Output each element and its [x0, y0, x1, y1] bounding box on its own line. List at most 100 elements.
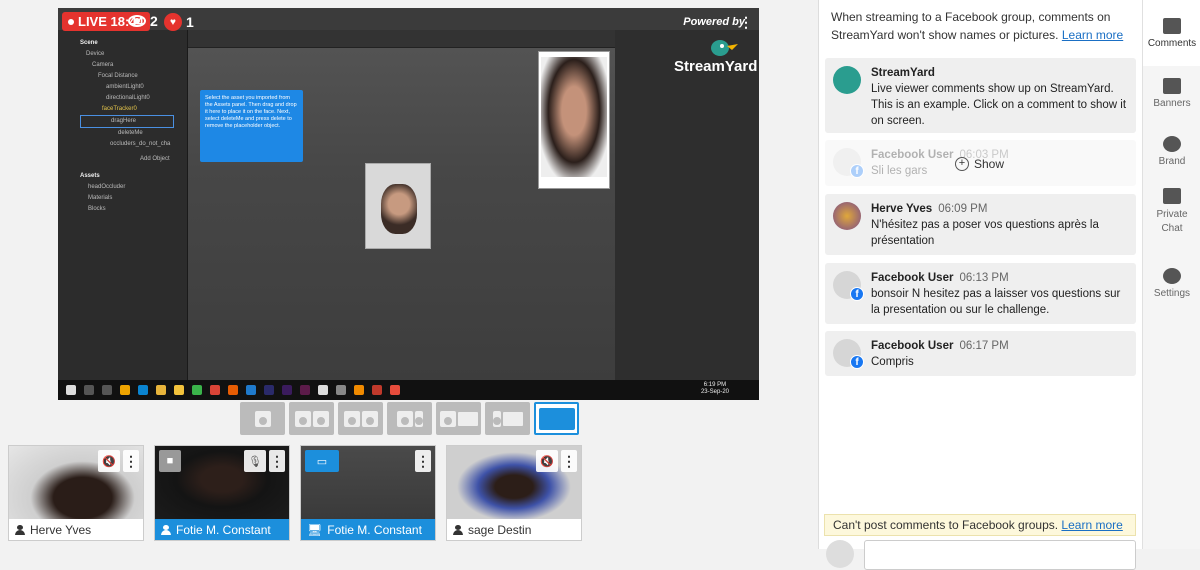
participant-card[interactable]: 🔇 ⋮ sage Destin [446, 445, 582, 541]
participant-name: 🖥 Fotie M. Constant [301, 519, 435, 540]
tab-comments[interactable]: Comments [1143, 0, 1200, 66]
eye-icon [128, 15, 146, 27]
participant-controls: ⋮ [415, 450, 431, 472]
photoshop-icon [264, 385, 274, 395]
chat-bubble-icon [1163, 188, 1181, 204]
like-count: ♥ 1 [164, 13, 194, 31]
comment-time: 06:09 PM [938, 203, 988, 215]
participant-name-text: Fotie M. Constant [327, 522, 422, 537]
person-icon [343, 410, 360, 427]
person-icon [492, 410, 501, 427]
participant-controls: 🔇 ⋮ [98, 450, 139, 472]
participant-name: sage Destin [447, 519, 581, 540]
editor-properties-panel [615, 30, 759, 380]
tree-item: faceTracker0 [102, 106, 137, 112]
participant-name-text: Fotie M. Constant [176, 522, 271, 537]
participant-menu-button[interactable]: ⋮ [269, 450, 285, 472]
tab-private-chat[interactable]: Private Chat [1143, 180, 1200, 246]
participant-card[interactable]: 🔇 ⋮ Herve Yves [8, 445, 144, 541]
stage-menu-button[interactable]: ⋮ [739, 14, 753, 30]
layout-thin-button[interactable] [289, 402, 334, 435]
placeholder-plane [365, 163, 431, 249]
monitor-icon: 🖥 [307, 522, 323, 537]
comment-item[interactable]: f Facebook User 06:17 PM Compris [825, 331, 1136, 376]
comment-time: 06:17 PM [959, 340, 1009, 352]
avatar [826, 540, 854, 568]
tree-item: occluders_do_not_cha [110, 141, 171, 147]
comment-item[interactable]: f Facebook User 06:13 PM bonsoir N hesite… [825, 263, 1136, 324]
comments-panel: When streaming to a Facebook group, comm… [818, 0, 1142, 570]
remove-from-stage-icon[interactable]: ■ [159, 450, 181, 472]
screen-share-icon[interactable]: ▭ [305, 450, 339, 472]
tree-item: Add Object [140, 156, 170, 162]
user-icon [453, 524, 463, 535]
user-icon [15, 524, 25, 535]
participant-card[interactable]: ▭ ⋮ 🖥 Fotie M. Constant [300, 445, 436, 541]
comment-text: N'hésitez pas a poser vos questions aprè… [871, 219, 1099, 247]
tree-item: directionalLight0 [106, 95, 150, 101]
mic-muted-icon[interactable]: 🔇 [98, 450, 120, 472]
live-dot-icon [68, 18, 74, 25]
cant-post-notice: Can't post comments to Facebook groups. … [824, 514, 1136, 536]
participant-menu-button[interactable]: ⋮ [123, 450, 139, 472]
tree-item: headOccluder [88, 184, 126, 190]
person-icon [254, 410, 271, 427]
show-comment-button[interactable]: + Show [955, 157, 1004, 171]
xd-icon [300, 385, 310, 395]
layout-pip-button[interactable] [485, 402, 530, 435]
participant-tray: 🔇 ⋮ Herve Yves ■ 🎙 ⋮ Fotie M. Constant ▭… [8, 445, 582, 541]
editor-tooltip: Select the asset you imported from the A… [200, 90, 303, 162]
learn-more-link[interactable]: Learn more [1062, 28, 1123, 42]
mic-muted-icon[interactable]: 🔇 [536, 450, 558, 472]
participant-controls: ■ [159, 450, 181, 472]
comment-item[interactable]: Herve Yves 06:09 PM N'hésitez pas a poser… [825, 194, 1136, 255]
tab-label: Banners [1153, 98, 1191, 109]
folder-icon [174, 385, 184, 395]
comment-time: 06:13 PM [959, 272, 1009, 284]
participant-name-text: sage Destin [468, 522, 532, 537]
windows-start-icon [66, 385, 76, 395]
palette-icon [1163, 136, 1181, 152]
tab-brand[interactable]: Brand [1143, 124, 1200, 180]
learn-more-link[interactable]: Learn more [1061, 518, 1122, 532]
comment-text: Compris [871, 356, 914, 368]
streamyard-avatar [833, 66, 861, 94]
scene-tree: Scene Device Camera Focal Distance ambie… [80, 38, 174, 215]
layout-fullscreen-button[interactable] [534, 402, 579, 435]
store-icon [156, 385, 166, 395]
layout-leader-button[interactable] [387, 402, 432, 435]
facebook-icon: f [850, 287, 864, 301]
person-icon [414, 410, 423, 427]
comment-item[interactable]: StreamYard Live viewer comments show up … [825, 58, 1136, 133]
facebook-icon: f [850, 355, 864, 369]
tree-item: Focal Distance [98, 73, 138, 79]
app-icon [120, 385, 130, 395]
comment-icon [1163, 18, 1181, 34]
participant-controls: 🔇 ⋮ [536, 450, 577, 472]
tab-label: Settings [1153, 288, 1191, 299]
comment-author: Facebook User [871, 340, 954, 352]
vlc-icon [354, 385, 364, 395]
layout-solo-button[interactable] [240, 402, 285, 435]
taskbar-time: 6:19 PM [703, 382, 727, 388]
layout-screen-button[interactable] [436, 402, 481, 435]
tree-item: Camera [92, 62, 114, 68]
comment-author: Herve Yves [871, 203, 933, 215]
app-icon [192, 385, 202, 395]
participant-name: Herve Yves [9, 519, 143, 540]
studio-area: LIVE 18:44 2 ♥ 1 Powered by ⋮ Scene Devi… [0, 0, 818, 549]
mic-icon[interactable]: 🎙 [244, 450, 266, 472]
participant-menu-button[interactable]: ⋮ [561, 450, 577, 472]
phone-preview [538, 51, 610, 189]
participant-menu-button[interactable]: ⋮ [415, 450, 431, 472]
layout-group-button[interactable] [338, 402, 383, 435]
show-label: Show [974, 157, 1005, 171]
comment-input[interactable] [864, 540, 1136, 570]
tab-banners[interactable]: Banners [1143, 66, 1200, 124]
comment-author: Facebook User [871, 272, 954, 284]
side-tab-rail: Comments Banners Brand Private Chat Sett… [1142, 0, 1200, 549]
user-icon [161, 524, 171, 535]
participant-card[interactable]: ■ 🎙 ⋮ Fotie M. Constant [154, 445, 290, 541]
viewer-count: 2 [128, 13, 158, 29]
tab-settings[interactable]: Settings [1143, 262, 1200, 312]
